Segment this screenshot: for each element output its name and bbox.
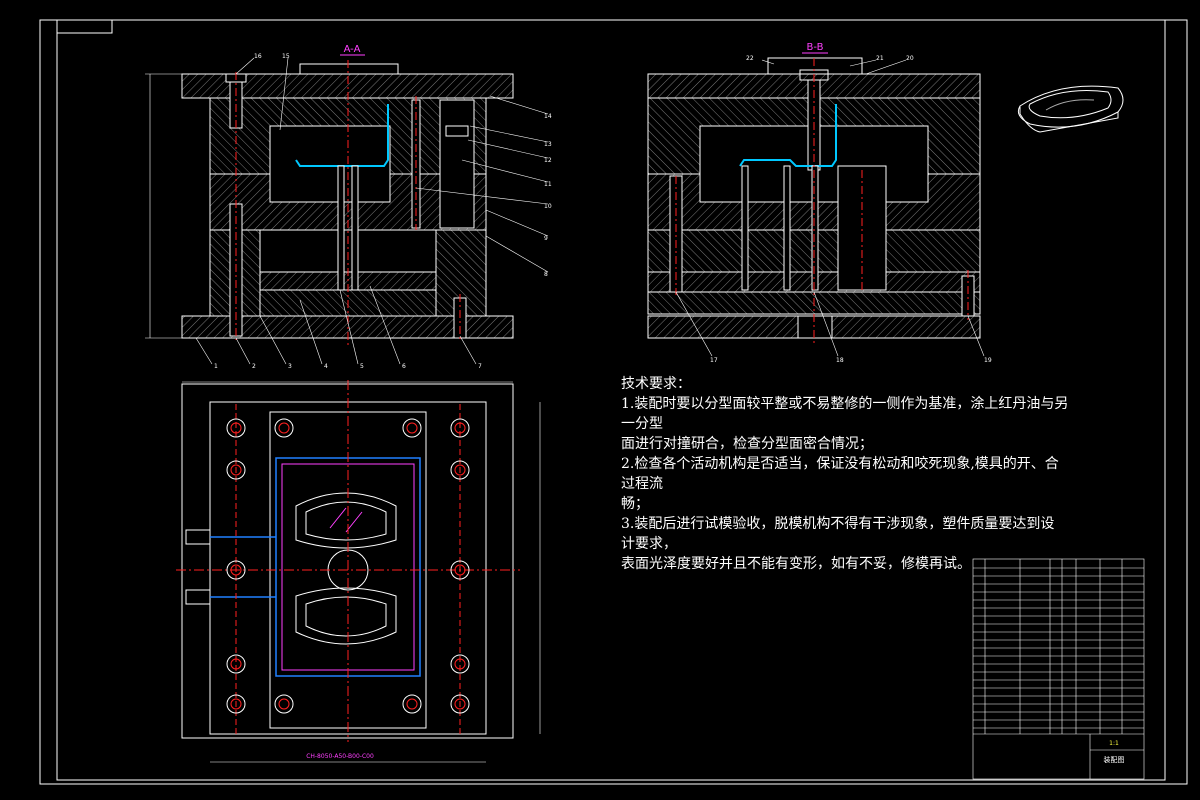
technical-requirements: 技术要求： 1.装配时要以分型面较平整或不易整修的一侧作为基准，涂上红丹油与另 … xyxy=(621,374,1069,574)
callout-10: 10 xyxy=(544,203,552,210)
section-aa-title: A-A xyxy=(344,44,361,55)
title-block-drawing-name: 装配图 xyxy=(1104,755,1125,764)
callout-21: 21 xyxy=(876,55,884,62)
tech-heading: 技术要求： xyxy=(621,376,691,392)
tech-line: 3.装配后进行试模验收，脱模机构不得有干涉现象，塑件质量要达到设 xyxy=(621,516,1055,532)
tech-line: 过程流 xyxy=(621,476,663,492)
bolt-hole xyxy=(402,694,422,714)
corner-box xyxy=(56,19,113,34)
bolt-hole xyxy=(402,418,422,438)
bolt-hole xyxy=(406,698,418,710)
bolt-hole xyxy=(278,422,290,434)
section-bb: B-B 17 18 19 20 21 22 xyxy=(647,42,992,364)
callout-19: 19 xyxy=(984,357,992,364)
callout-3: 3 xyxy=(288,363,292,370)
callout-7: 7 xyxy=(478,363,482,370)
tech-line: 表面光泽度要好并且不能有变形，如有不妥，修模再试。 xyxy=(621,556,971,572)
tech-line: 一分型 xyxy=(621,416,663,432)
callout-12: 12 xyxy=(544,157,552,164)
callout-20: 20 xyxy=(906,55,914,62)
section-aa: A-A 1 2 3 4 5 6 7 8 9 10 11 12 13 14 15 … xyxy=(145,44,552,370)
tech-line: 计要求， xyxy=(621,536,677,552)
callout-9: 9 xyxy=(544,235,548,242)
bolt-hole xyxy=(274,694,294,714)
callout-1: 1 xyxy=(214,363,218,370)
callout-6: 6 xyxy=(402,363,406,370)
callout-18: 18 xyxy=(836,357,844,364)
callout-13: 13 xyxy=(544,141,552,148)
bolt-hole xyxy=(278,698,290,710)
callout-22: 22 xyxy=(746,55,754,62)
tech-line: 面进行对撞研合，检查分型面密合情况； xyxy=(621,436,873,452)
callout-8: 8 xyxy=(544,271,548,278)
tech-line: 畅； xyxy=(621,496,649,512)
callout-2: 2 xyxy=(252,363,256,370)
callout-11: 11 xyxy=(544,181,552,188)
section-bb-title: B-B xyxy=(807,42,824,53)
title-block-scale: 1:1 xyxy=(1109,740,1119,747)
bolt-hole xyxy=(274,418,294,438)
product-isometric xyxy=(1017,85,1124,133)
callout-17: 17 xyxy=(710,357,718,364)
callout-14: 14 xyxy=(544,113,552,120)
callout-4: 4 xyxy=(324,363,328,370)
tech-line: 1.装配时要以分型面较平整或不易整修的一侧作为基准，涂上红丹油与另 xyxy=(621,396,1069,412)
callout-5: 5 xyxy=(360,363,364,370)
tech-line: 2.检查各个活动机构是否适当，保证没有松动和咬死现象,模具的开、合 xyxy=(621,456,1059,472)
bolt-hole xyxy=(406,422,418,434)
callout-15: 15 xyxy=(282,53,290,60)
callout-16: 16 xyxy=(254,53,262,60)
plan-dimension-label: CH-8050-A50-B00-C00 xyxy=(306,753,374,760)
